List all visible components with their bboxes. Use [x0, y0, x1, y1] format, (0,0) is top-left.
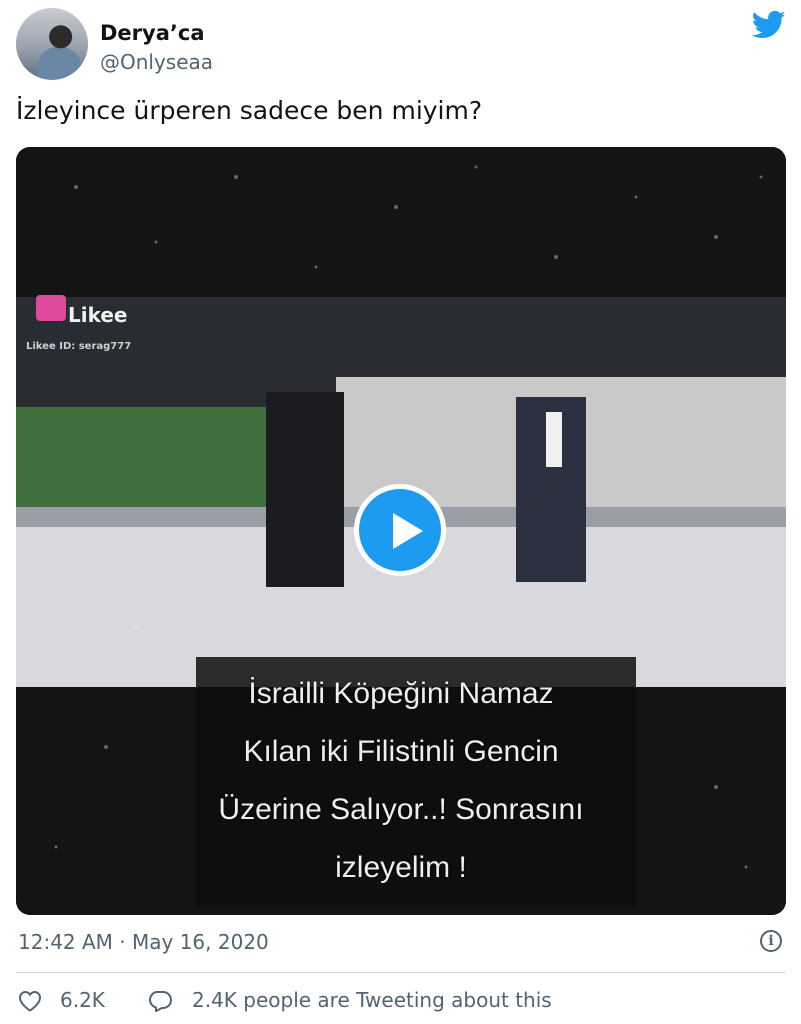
caption-line: İsrailli Köpeğini Namaz	[248, 677, 554, 710]
user-name[interactable]: Derya’ca	[100, 21, 205, 45]
reply-icon[interactable]	[148, 990, 172, 1012]
play-icon	[393, 513, 423, 549]
likee-watermark: Likee	[68, 303, 128, 327]
user-handle[interactable]: @Onlyseaa	[100, 50, 213, 74]
avatar[interactable]	[16, 8, 88, 80]
tweeting-about[interactable]: 2.4K people are Tweeting about this	[192, 988, 552, 1012]
info-icon[interactable]: i	[760, 930, 782, 952]
heart-icon[interactable]	[18, 990, 42, 1012]
play-button[interactable]	[354, 484, 446, 576]
twitter-bird-icon[interactable]	[752, 10, 786, 40]
divider	[16, 972, 786, 973]
tweet-timestamp[interactable]: 12:42 AM · May 16, 2020	[18, 930, 269, 954]
caption-line: Üzerine Salıyor..! Sonrasını	[218, 793, 584, 826]
like-count[interactable]: 6.2K	[60, 988, 105, 1012]
caption-line: Kılan iki Filistinli Gencin	[243, 735, 559, 768]
video-player[interactable]: Likee Likee ID: serag777 İsrailli Köpeği…	[16, 147, 786, 915]
tweet-text: İzleyince ürperen sadece ben miyim?	[16, 96, 483, 125]
likee-id: Likee ID: serag777	[26, 341, 132, 352]
tweet-header: Derya’ca @Onlyseaa	[16, 8, 786, 84]
caption-line: izleyelim !	[335, 851, 467, 884]
